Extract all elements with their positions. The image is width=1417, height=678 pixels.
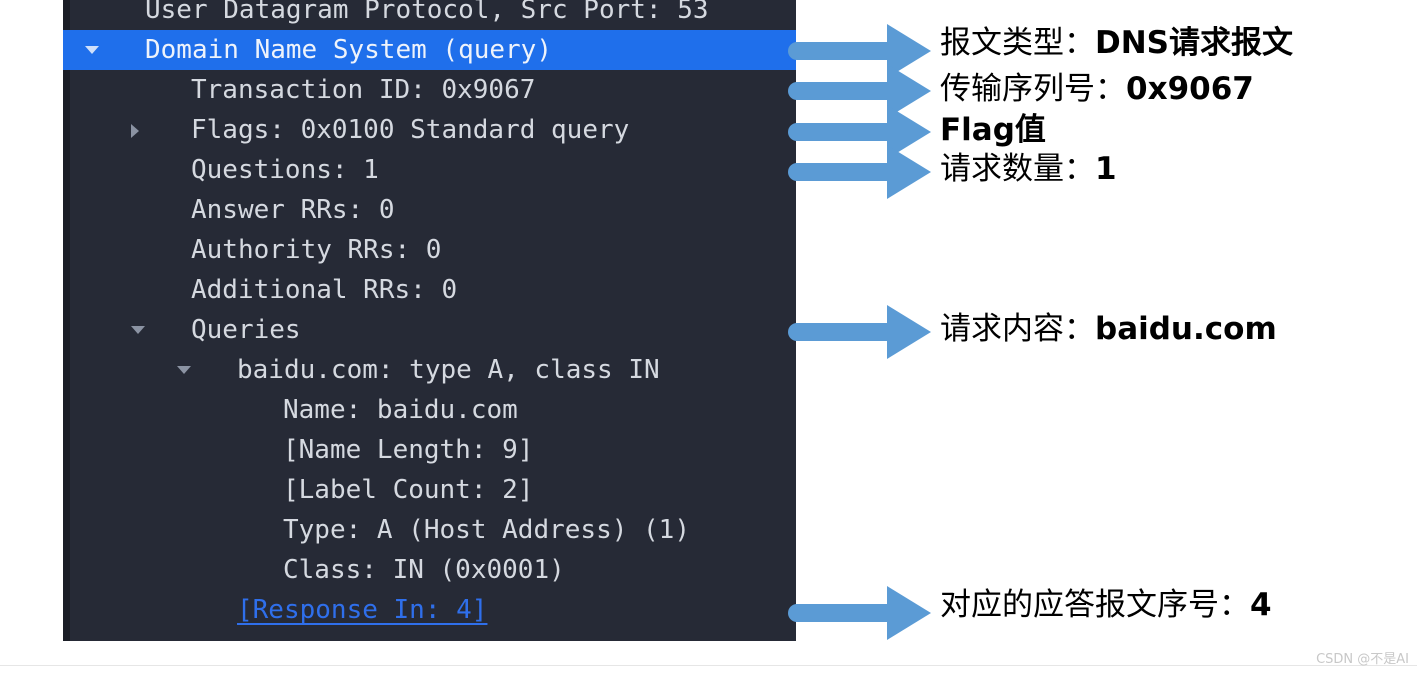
packet-tree-row-label: Name: baidu.com [283, 395, 518, 425]
packet-detail-panel[interactable]: User Datagram Protocol, Src Port: 53 Doma… [63, 0, 796, 641]
annotation-value: 1 [1095, 151, 1117, 187]
packet-tree-row[interactable]: [Response In: 4] [63, 590, 796, 630]
packet-tree-row[interactable]: Domain Name System (query) [63, 30, 796, 70]
packet-tree-row[interactable]: Type: A (Host Address) (1) [63, 510, 796, 550]
packet-tree-row[interactable]: [Name Length: 9] [63, 430, 796, 470]
packet-tree-row-label: Questions: 1 [191, 155, 379, 185]
packet-tree-row-label: Type: A (Host Address) (1) [283, 515, 690, 545]
packet-tree-row-label: [Response In: 4] [237, 595, 488, 625]
annotation-value: 0x9067 [1126, 71, 1254, 107]
packet-tree-row[interactable]: Queries [63, 310, 796, 350]
packet-tree-row[interactable]: Answer RRs: 0 [63, 190, 796, 230]
footer-divider [0, 665, 1417, 666]
packet-tree-row-label: Authority RRs: 0 [191, 235, 442, 265]
packet-tree-row-label: Additional RRs: 0 [191, 275, 458, 305]
packet-tree-row[interactable]: [Label Count: 2] [63, 470, 796, 510]
packet-tree-row[interactable]: baidu.com: type A, class IN [63, 350, 796, 390]
packet-tree-row-label: Transaction ID: 0x9067 [191, 75, 536, 105]
packet-tree-row-label: [Name Length: 9] [283, 435, 534, 465]
packet-tree[interactable]: User Datagram Protocol, Src Port: 53 Doma… [63, 0, 796, 630]
packet-tree-row-label: Class: IN (0x0001) [283, 555, 565, 585]
annotation-value: 4 [1250, 587, 1272, 623]
annotation-value: DNS请求报文 [1095, 25, 1294, 61]
arrow-shaft [788, 123, 887, 141]
note-response-in: 对应的应答报文序号：4 [940, 587, 1272, 624]
packet-tree-row[interactable]: Name: baidu.com [63, 390, 796, 430]
annotation-arrow [788, 586, 931, 640]
chevron-down-icon[interactable] [131, 326, 145, 334]
packet-tree-row[interactable]: Flags: 0x0100 Standard query [63, 110, 796, 150]
packet-tree-row-label: baidu.com: type A, class IN [237, 355, 660, 385]
annotation-prefix: 请求内容： [940, 311, 1095, 347]
packet-tree-row-label: Domain Name System (query) [145, 35, 552, 65]
note-transaction-id: 传输序列号：0x9067 [940, 71, 1254, 108]
chevron-down-icon[interactable] [177, 366, 191, 374]
annotation-arrow [788, 145, 931, 199]
chevron-right-icon[interactable] [131, 124, 139, 138]
packet-tree-row[interactable]: User Datagram Protocol, Src Port: 53 [63, 0, 796, 30]
packet-tree-row-label: [Label Count: 2] [283, 475, 534, 505]
arrow-shaft [788, 82, 887, 100]
annotation-prefix: 传输序列号： [940, 71, 1126, 107]
note-message-type: 报文类型：DNS请求报文 [940, 25, 1294, 62]
note-questions: 请求数量：1 [940, 151, 1117, 188]
arrow-head [887, 586, 931, 640]
arrow-shaft [788, 163, 887, 181]
arrow-shaft [788, 42, 887, 60]
annotation-prefix: 报文类型： [940, 25, 1095, 61]
packet-tree-row[interactable]: Class: IN (0x0001) [63, 550, 796, 590]
packet-tree-row-label: Queries [191, 315, 301, 345]
packet-tree-row[interactable]: Questions: 1 [63, 150, 796, 190]
packet-tree-row[interactable]: Transaction ID: 0x9067 [63, 70, 796, 110]
note-flags: Flag值 [940, 112, 1046, 149]
arrow-head [887, 305, 931, 359]
annotation-value: baidu.com [1095, 311, 1277, 347]
packet-tree-row-label: Answer RRs: 0 [191, 195, 395, 225]
packet-tree-row[interactable]: Additional RRs: 0 [63, 270, 796, 310]
arrow-head [887, 145, 931, 199]
chevron-down-icon[interactable] [85, 46, 99, 54]
arrow-shaft [788, 323, 887, 341]
annotation-value: Flag值 [940, 112, 1046, 148]
annotation-prefix: 请求数量： [940, 151, 1095, 187]
annotation-prefix: 对应的应答报文序号： [940, 587, 1250, 623]
packet-tree-row-label: Flags: 0x0100 Standard query [191, 115, 630, 145]
packet-tree-row-label: User Datagram Protocol, Src Port: 53 [145, 0, 709, 25]
csdn-watermark: CSDN @不是AI [1316, 652, 1409, 667]
note-query-content: 请求内容：baidu.com [940, 311, 1277, 348]
packet-tree-row[interactable]: Authority RRs: 0 [63, 230, 796, 270]
arrow-shaft [788, 604, 887, 622]
annotation-arrow [788, 305, 931, 359]
